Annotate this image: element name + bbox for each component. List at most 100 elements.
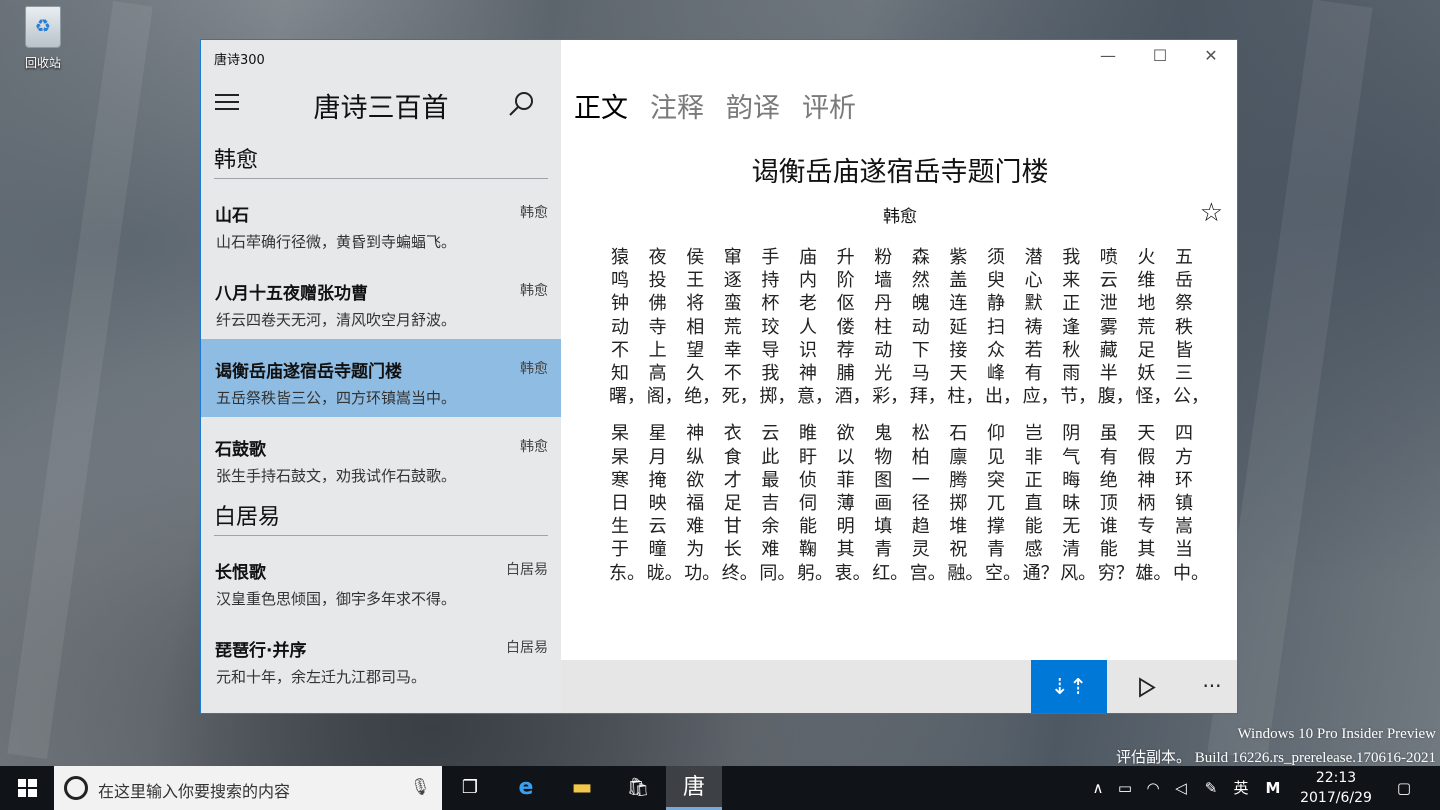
ime-mode[interactable]: M: [1260, 766, 1286, 810]
poem-column-upper: 升阶伛偻荐脯酒，: [834, 247, 871, 408]
ime-indicator[interactable]: 英: [1228, 766, 1254, 810]
list-title: 唐诗三百首: [313, 93, 449, 124]
tab-1[interactable]: 注释: [650, 86, 704, 125]
poem-item-first-line: 元和十年，余左迁九江郡司马。: [216, 668, 427, 686]
poem-column-lower: 岂非正直能感通？: [1022, 423, 1059, 584]
poem-column: 森然魄动下马拜， 松柏一径趋灵宫。: [909, 246, 946, 585]
poem-column: 手持杯珓导我掷， 云此最吉余难同。: [759, 246, 796, 585]
clock[interactable]: 22:13 2017/6/29: [1296, 768, 1376, 808]
poem-list-item[interactable]: 山石 韩愈 山石荦确行径微，黄昏到寺蝙蝠飞。: [201, 183, 561, 261]
poem-item-title: 琵琶行·并序: [215, 641, 307, 661]
poem-item-title: 石鼓歌: [215, 440, 266, 460]
poem-list-item[interactable]: 长恨歌 白居易汉皇重色思倾国，御宇多年求不得。: [201, 540, 561, 618]
close-button[interactable]: ✕: [1196, 46, 1226, 65]
app-window: 唐诗300 唐诗三百首 韩愈 山石 韩愈 山石荦确行径微，黄昏到寺蝙蝠飞。 八月十五夜赠…: [200, 39, 1238, 714]
minimize-button[interactable]: —: [1093, 46, 1123, 65]
poem-column-upper: 喷云泄雾藏半腹，: [1097, 247, 1134, 408]
poem-item-title: 长恨歌: [215, 563, 266, 583]
poem-column-upper: 庙内老人识神意，: [797, 247, 833, 408]
poem-column-lower: 云此最吉余难同。: [759, 423, 796, 584]
poem-column: 紫盖连延接天柱， 石廪腾掷堆祝融。: [947, 246, 984, 585]
poem-item-author: 韩愈: [520, 439, 548, 455]
poem-list-item[interactable]: 八月十五夜赠张功曹 韩愈 纤云四卷天无河，清风吹空月舒波。: [201, 261, 561, 339]
wifi-icon[interactable]: ◠: [1140, 766, 1166, 810]
poem-item-author: 韩愈: [520, 361, 548, 377]
poem-column-upper: 侯王将相望久绝，: [684, 247, 721, 408]
edge-icon[interactable]: e: [498, 766, 554, 810]
poem-item-first-line: 汉皇重色思倾国，御宇多年求不得。: [216, 590, 457, 608]
poem-item-title: 谒衡岳庙遂宿岳寺题门楼: [215, 362, 402, 382]
poem-list-item[interactable]: 谒衡岳庙遂宿岳寺题门楼 韩愈 五岳祭秩皆三公，四方环镇嵩当中。: [201, 339, 561, 417]
poem-title: 谒衡岳庙遂宿岳寺题门楼: [751, 157, 1049, 188]
rock-texture: [7, 0, 153, 760]
poem-column: 升阶伛偻荐脯酒， 欲以菲薄明其衷。: [834, 246, 871, 585]
poem-column-lower: 四方环镇嵩当中。: [1173, 423, 1209, 584]
section-divider: [214, 535, 548, 536]
sort-button[interactable]: ⇣⇡: [1031, 660, 1107, 713]
file-explorer-icon[interactable]: ▬: [554, 766, 610, 810]
command-bar: ⇣⇡ ···: [561, 660, 1237, 713]
chevron-up-icon[interactable]: ∧: [1088, 766, 1108, 810]
poem-column-lower: 鬼物图画填青红。: [872, 423, 909, 584]
poem-list-item[interactable]: 石鼓歌 韩愈张生手持石鼓文，劝我试作石鼓歌。: [201, 417, 561, 495]
section-header: 白居易: [214, 505, 281, 530]
tab-2[interactable]: 韵译: [726, 86, 780, 125]
poem-column: 窜逐蛮荒幸不死， 衣食才足甘长终。: [722, 246, 758, 585]
tab-0[interactable]: 正文: [574, 86, 628, 125]
favorite-star-icon[interactable]: ☆: [1200, 198, 1223, 228]
poem-column-lower: 天假神柄专其雄。: [1135, 423, 1172, 584]
poem-item-title: 八月十五夜赠张功曹: [215, 284, 368, 304]
taskbar: 在这里输入你要搜索的内容 🎙 ❐ e ▬ 🛍 唐 ∧ ▭ ◠ ◁ ✎ 英 M 2…: [0, 766, 1440, 810]
tab-bar: 正文 注释 韵译 评析: [574, 86, 878, 125]
poem-column: 侯王将相望久绝， 神纵欲福难为功。: [684, 246, 721, 585]
poem-column: 庙内老人识神意， 睢盱侦伺能鞠躬。: [797, 246, 833, 585]
notification-icon[interactable]: ▢: [1390, 766, 1418, 810]
start-button[interactable]: [0, 766, 54, 810]
poem-column-lower: 虽有绝顶谁能穷？: [1097, 423, 1134, 584]
poem-column-upper: 紫盖连延接天柱，: [947, 247, 984, 408]
watermark-line2: 评估副本。 Build 16226.rs_prerelease.170616-2…: [1116, 750, 1436, 766]
pen-icon[interactable]: ✎: [1198, 766, 1224, 810]
tab-3[interactable]: 评析: [802, 86, 856, 125]
volume-icon[interactable]: ◁: [1168, 766, 1194, 810]
poem-column: 火维地荒足妖怪， 天假神柄专其雄。: [1135, 246, 1172, 585]
poem-author: 韩愈: [883, 207, 917, 227]
poem-column-lower: 阴气晦昧无清风。: [1060, 423, 1097, 584]
poem-column: 潜心默祷若有应， 岂非正直能感通？: [1022, 246, 1059, 585]
poem-column-lower: 石廪腾掷堆祝融。: [947, 423, 984, 584]
recycle-bin-label: 回收站: [24, 56, 61, 70]
battery-icon[interactable]: ▭: [1112, 766, 1138, 810]
clock-time: 22:13: [1315, 770, 1357, 786]
poem-column-lower: 松柏一径趋灵宫。: [909, 423, 946, 584]
poem-list-item[interactable]: 琵琶行·并序 白居易 元和十年，余左迁九江郡司马。: [201, 618, 561, 696]
cortana-icon: [64, 776, 88, 800]
tang-poetry-app-icon[interactable]: 唐: [666, 766, 722, 810]
poem-item-title: 山石: [215, 206, 249, 226]
maximize-button[interactable]: ☐: [1145, 46, 1175, 65]
poem-column-upper: 须臾静扫众峰出，: [985, 247, 1021, 408]
play-icon[interactable]: [1129, 660, 1165, 713]
poem-item-first-line: 张生手持石鼓文，劝我试作石鼓歌。: [216, 467, 457, 485]
store-icon[interactable]: 🛍: [610, 766, 666, 810]
more-button[interactable]: ···: [1197, 660, 1227, 713]
poem-column-lower: 睢盱侦伺能鞠躬。: [797, 423, 833, 584]
poem-item-author: 白居易: [506, 562, 548, 578]
poem-column-upper: 粉墙丹柱动光彩，: [872, 247, 909, 408]
poem-column: 猿鸣钟动不知曙， 杲杲寒日生于东。: [609, 246, 645, 585]
section-divider: [214, 178, 548, 179]
poem-column-upper: 森然魄动下马拜，: [909, 247, 946, 408]
poem-item-author: 韩愈: [520, 283, 548, 299]
section-header: 韩愈: [214, 148, 259, 173]
poem-column: 我来正逢秋雨节， 阴气晦昧无清风。: [1060, 246, 1097, 585]
search-icon[interactable]: [507, 90, 537, 120]
hamburger-menu-icon[interactable]: [215, 94, 241, 114]
recycle-bin[interactable]: 回收站: [14, 6, 72, 71]
poem-column-upper: 潜心默祷若有应，: [1022, 247, 1059, 408]
microphone-icon[interactable]: 🎙: [410, 777, 430, 796]
taskbar-search[interactable]: 在这里输入你要搜索的内容 🎙: [54, 766, 442, 810]
poem-column-lower: 仰见突兀撑青空。: [985, 423, 1021, 584]
task-view-icon[interactable]: ❐: [442, 766, 498, 810]
poem-column-upper: 五岳祭秩皆三公，: [1173, 247, 1209, 408]
poem-column-lower: 杲杲寒日生于东。: [609, 423, 645, 584]
clock-date: 2017/6/29: [1300, 790, 1372, 806]
